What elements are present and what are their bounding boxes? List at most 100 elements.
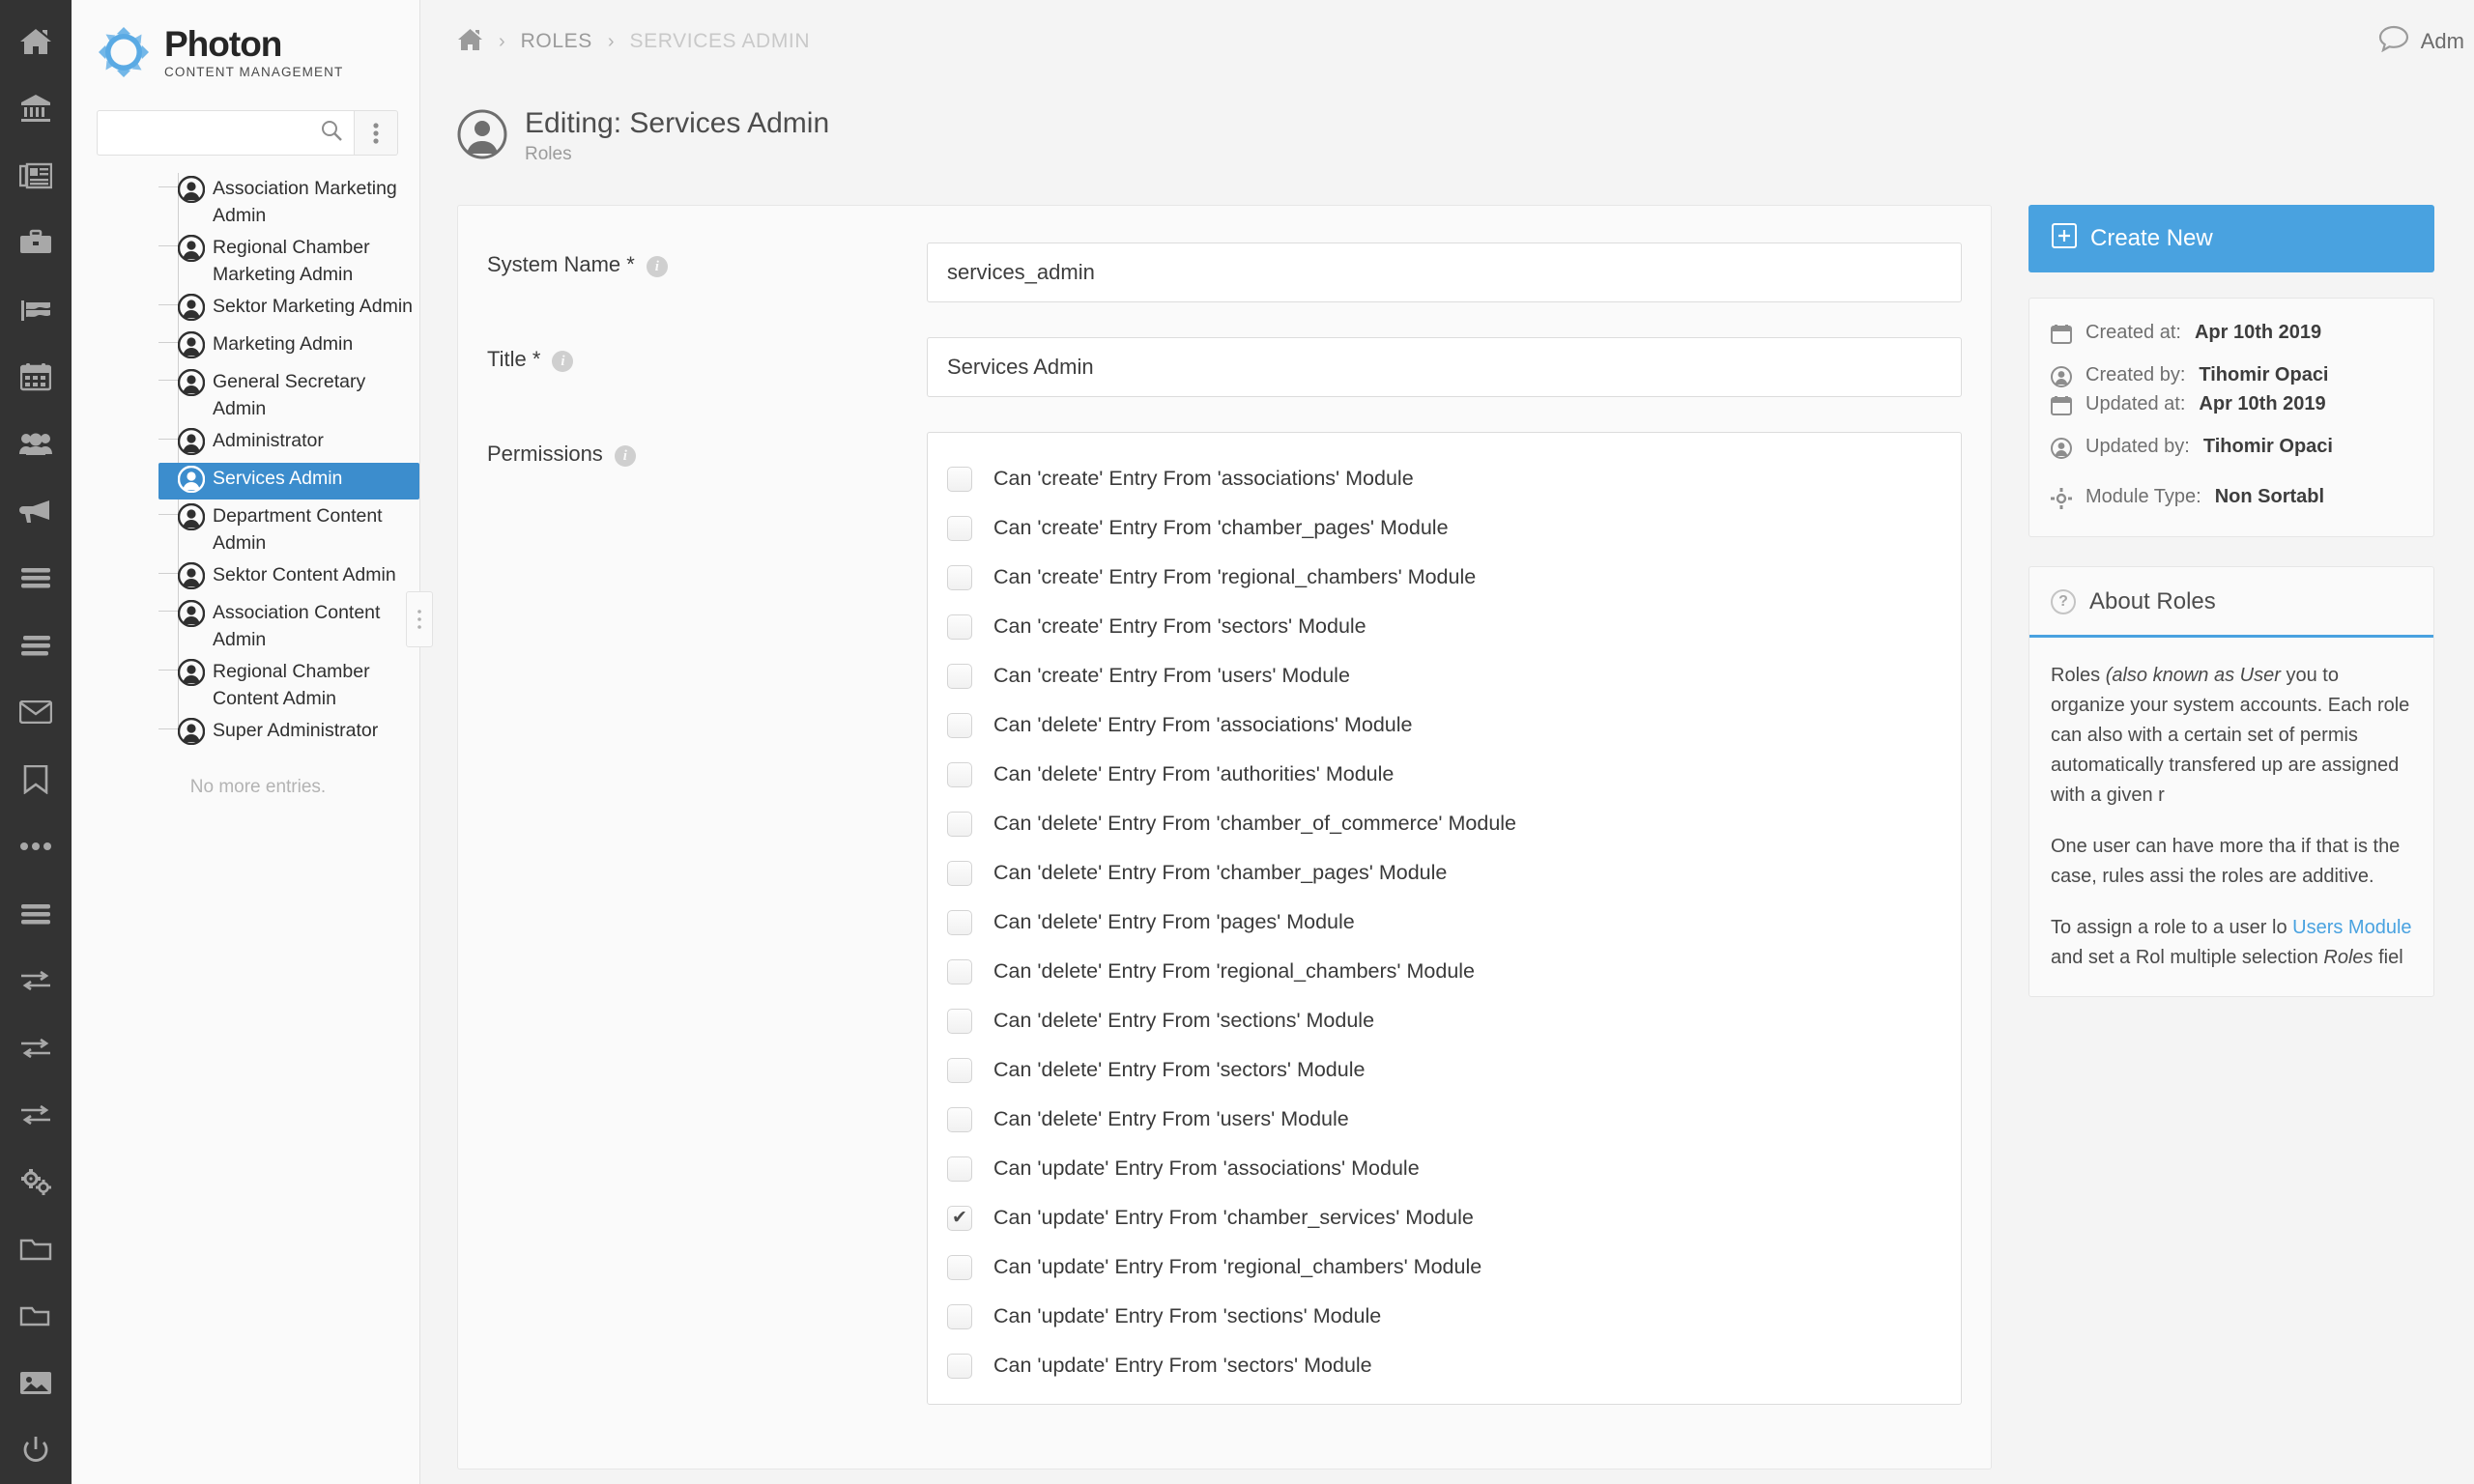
search-box[interactable] [97,110,354,156]
rail-item-flag[interactable] [0,276,72,343]
rail-item-list-alt[interactable] [0,612,72,678]
rail-item-calendar[interactable] [0,343,72,410]
breadcrumb-home-icon[interactable] [457,28,483,56]
tree-item-marketing-admin[interactable]: Marketing Admin [158,328,419,365]
search-icon[interactable] [321,120,342,146]
permission-checkbox[interactable] [947,1353,972,1379]
permission-checkbox[interactable] [947,958,972,985]
permission-row[interactable]: Can 'delete' Entry From 'users' Module [947,1095,1942,1144]
permission-checkbox[interactable] [947,1008,972,1034]
permission-row[interactable]: Can 'update' Entry From 'associations' M… [947,1144,1942,1193]
tree-item-administrator[interactable]: Administrator [158,425,419,462]
rail-item-bookmark[interactable] [0,746,72,813]
tree-item-regional-chamber-content-admin[interactable]: Regional Chamber Content Admin [158,656,419,714]
permission-row[interactable]: Can 'create' Entry From 'associations' M… [947,454,1942,503]
permission-checkbox[interactable] [947,1303,972,1329]
permission-row[interactable]: Can 'delete' Entry From 'associations' M… [947,700,1942,750]
tree-item-super-administrator[interactable]: Super Administrator [158,715,419,752]
permission-checkbox[interactable] [947,811,972,837]
rail-item-image[interactable] [0,1350,72,1416]
info-icon-title[interactable]: i [552,351,574,372]
permission-row[interactable]: Can 'create' Entry From 'users' Module [947,651,1942,700]
rail-item-users[interactable] [0,411,72,477]
tree-tick [158,186,178,187]
permission-checkbox[interactable] [947,909,972,935]
tree-tick [158,611,178,612]
permission-checkbox[interactable] [947,663,972,689]
breadcrumb: › ROLES › SERVICES ADMIN [457,28,810,56]
permission-checkbox[interactable] [947,614,972,640]
permission-checkbox[interactable] [947,466,972,492]
permission-checkbox[interactable] [947,1057,972,1083]
about-emphasis: (also known as User [2105,665,2287,686]
rail-item-power[interactable] [0,1417,72,1484]
tree-item-services-admin[interactable]: Services Admin [158,463,419,499]
rail-item-newspaper[interactable] [0,142,72,209]
chat-icon[interactable] [2378,25,2409,57]
permission-row[interactable]: Can 'create' Entry From 'sectors' Module [947,602,1942,651]
system-name-input[interactable] [927,243,1962,302]
title-input[interactable] [927,337,1962,397]
panel-resize-handle[interactable] [406,591,433,647]
permission-row[interactable]: Can 'update' Entry From 'sectors' Module [947,1341,1942,1390]
tree-item-regional-chamber-marketing-admin[interactable]: Regional Chamber Marketing Admin [158,232,419,290]
permission-checkbox[interactable] [947,712,972,738]
permission-row[interactable]: Can 'delete' Entry From 'sectors' Module [947,1045,1942,1095]
permission-checkbox[interactable] [947,564,972,590]
topbar: › ROLES › SERVICES ADMIN Adm [420,0,2474,83]
field-label-permissions: Permissions i [487,432,927,1405]
topbar-admin-label[interactable]: Adm [2421,29,2464,54]
tree-tick [158,514,178,515]
tree-item-general-secretary-admin[interactable]: General Secretary Admin [158,366,419,424]
permission-checkbox[interactable] [947,1254,972,1280]
rail-item-ellipsis[interactable] [0,813,72,879]
permission-checkbox[interactable] [947,1106,972,1132]
permission-row[interactable]: Can 'delete' Entry From 'chamber_pages' … [947,848,1942,898]
permission-row[interactable]: Can 'update' Entry From 'regional_chambe… [947,1242,1942,1292]
tree-item-sektor-content-admin[interactable]: Sektor Content Admin [158,559,419,596]
rail-item-exchange[interactable] [0,947,72,1013]
rail-item-exchange-third[interactable] [0,1081,72,1148]
rail-item-exchange-alt[interactable] [0,1014,72,1081]
rail-item-bank[interactable] [0,74,72,141]
rail-item-megaphone[interactable] [0,477,72,544]
tree-item-department-content-admin[interactable]: Department Content Admin [158,500,419,558]
permission-checkbox[interactable] [947,761,972,787]
permission-row[interactable]: Can 'delete' Entry From 'regional_chambe… [947,947,1942,996]
permission-row[interactable]: Can 'delete' Entry From 'pages' Module [947,898,1942,947]
permission-row[interactable]: Can 'create' Entry From 'chamber_pages' … [947,503,1942,553]
users-module-link[interactable]: Users Module [2292,917,2411,938]
rail-item-list-bars[interactable] [0,880,72,947]
brand-logo[interactable]: Photon CONTENT MANAGEMENT [72,0,419,87]
rail-item-cogs[interactable] [0,1149,72,1215]
tree-item-sektor-marketing-admin[interactable]: Sektor Marketing Admin [158,291,419,328]
tree-item-association-marketing-admin[interactable]: Association Marketing Admin [158,173,419,231]
rail-item-briefcase[interactable] [0,209,72,275]
permission-row[interactable]: Can 'delete' Entry From 'authorities' Mo… [947,750,1942,799]
permission-row[interactable]: ✔ Can 'update' Entry From 'chamber_servic… [947,1193,1942,1242]
permission-checkbox[interactable] [947,860,972,886]
user-avatar-icon [177,465,206,498]
info-icon-permissions[interactable]: i [614,445,636,467]
breadcrumb-item-roles[interactable]: ROLES [521,30,592,53]
create-new-button[interactable]: Create New [2028,205,2434,272]
tree-item-label: Regional Chamber Content Admin [213,661,370,709]
tree-item-association-content-admin[interactable]: Association Content Admin [158,597,419,655]
rail-item-envelope[interactable] [0,679,72,746]
permission-row[interactable]: Can 'create' Entry From 'regional_chambe… [947,553,1942,602]
info-icon-system-name[interactable]: i [646,256,668,277]
permission-checkbox[interactable] [947,515,972,541]
permission-label: Can 'delete' Entry From 'sections' Modul… [993,1009,1375,1032]
tree-search-row [97,110,398,156]
permission-row[interactable]: Can 'delete' Entry From 'sections' Modul… [947,996,1942,1045]
search-input[interactable] [109,124,321,142]
rail-item-folder-open[interactable] [0,1283,72,1350]
rail-item-list[interactable] [0,545,72,612]
rail-item-home[interactable] [0,8,72,74]
rail-item-folder[interactable] [0,1215,72,1282]
permission-row[interactable]: Can 'delete' Entry From 'chamber_of_comm… [947,799,1942,848]
permission-row[interactable]: Can 'update' Entry From 'sections' Modul… [947,1292,1942,1341]
permission-checkbox[interactable] [947,1156,972,1182]
tree-options-button[interactable] [354,110,398,156]
permission-checkbox[interactable]: ✔ [947,1205,972,1231]
